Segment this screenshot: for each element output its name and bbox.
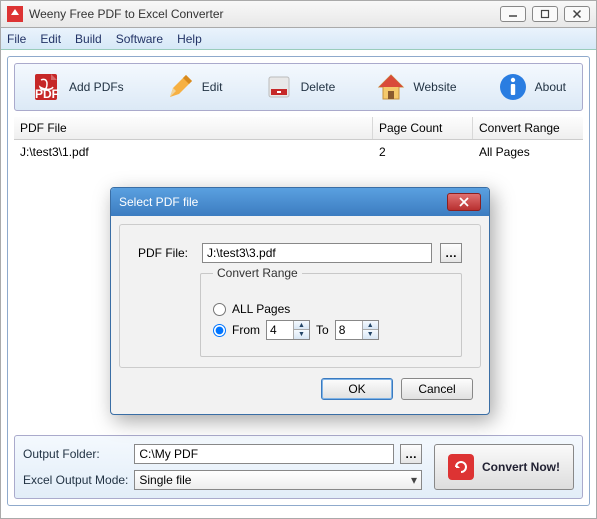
from-spinner[interactable]: ▲▼ bbox=[266, 320, 310, 340]
to-value[interactable] bbox=[336, 323, 362, 337]
pdf-file-label: PDF File: bbox=[138, 246, 194, 260]
dialog-title: Select PDF file bbox=[119, 195, 447, 209]
from-label: From bbox=[232, 323, 260, 337]
from-radio[interactable] bbox=[213, 324, 226, 337]
to-label: To bbox=[316, 323, 329, 337]
to-up[interactable]: ▲ bbox=[363, 321, 378, 330]
menu-edit[interactable]: Edit bbox=[40, 32, 61, 46]
convert-range-group: Convert Range ALL Pages From ▲▼ bbox=[200, 273, 462, 357]
from-down[interactable]: ▼ bbox=[294, 330, 309, 339]
app-icon bbox=[7, 6, 23, 22]
dialog-titlebar: Select PDF file bbox=[111, 188, 489, 216]
menu-software[interactable]: Software bbox=[116, 32, 163, 46]
from-up[interactable]: ▲ bbox=[294, 321, 309, 330]
maximize-button[interactable] bbox=[532, 6, 558, 22]
close-button[interactable] bbox=[564, 6, 590, 22]
dialog-close-button[interactable] bbox=[447, 193, 481, 211]
minimize-button[interactable] bbox=[500, 6, 526, 22]
all-pages-radio[interactable] bbox=[213, 303, 226, 316]
to-spinner[interactable]: ▲▼ bbox=[335, 320, 379, 340]
select-pdf-dialog: Select PDF file PDF File: … Convert Rang… bbox=[110, 187, 490, 415]
ok-button[interactable]: OK bbox=[321, 378, 393, 400]
menu-help[interactable]: Help bbox=[177, 32, 202, 46]
to-down[interactable]: ▼ bbox=[363, 330, 378, 339]
menu-build[interactable]: Build bbox=[75, 32, 102, 46]
pdf-file-input[interactable] bbox=[202, 243, 432, 263]
all-pages-label: ALL Pages bbox=[232, 302, 290, 316]
menu-file[interactable]: File bbox=[7, 32, 26, 46]
menu-bar: File Edit Build Software Help bbox=[1, 28, 596, 50]
window-title: Weeny Free PDF to Excel Converter bbox=[29, 7, 500, 21]
title-bar: Weeny Free PDF to Excel Converter bbox=[0, 0, 597, 28]
browse-pdf-button[interactable]: … bbox=[440, 243, 462, 263]
modal-backdrop: Select PDF file PDF File: … Convert Rang… bbox=[8, 57, 589, 505]
from-value[interactable] bbox=[267, 323, 293, 337]
cancel-button[interactable]: Cancel bbox=[401, 378, 473, 400]
convert-range-title: Convert Range bbox=[213, 266, 302, 280]
